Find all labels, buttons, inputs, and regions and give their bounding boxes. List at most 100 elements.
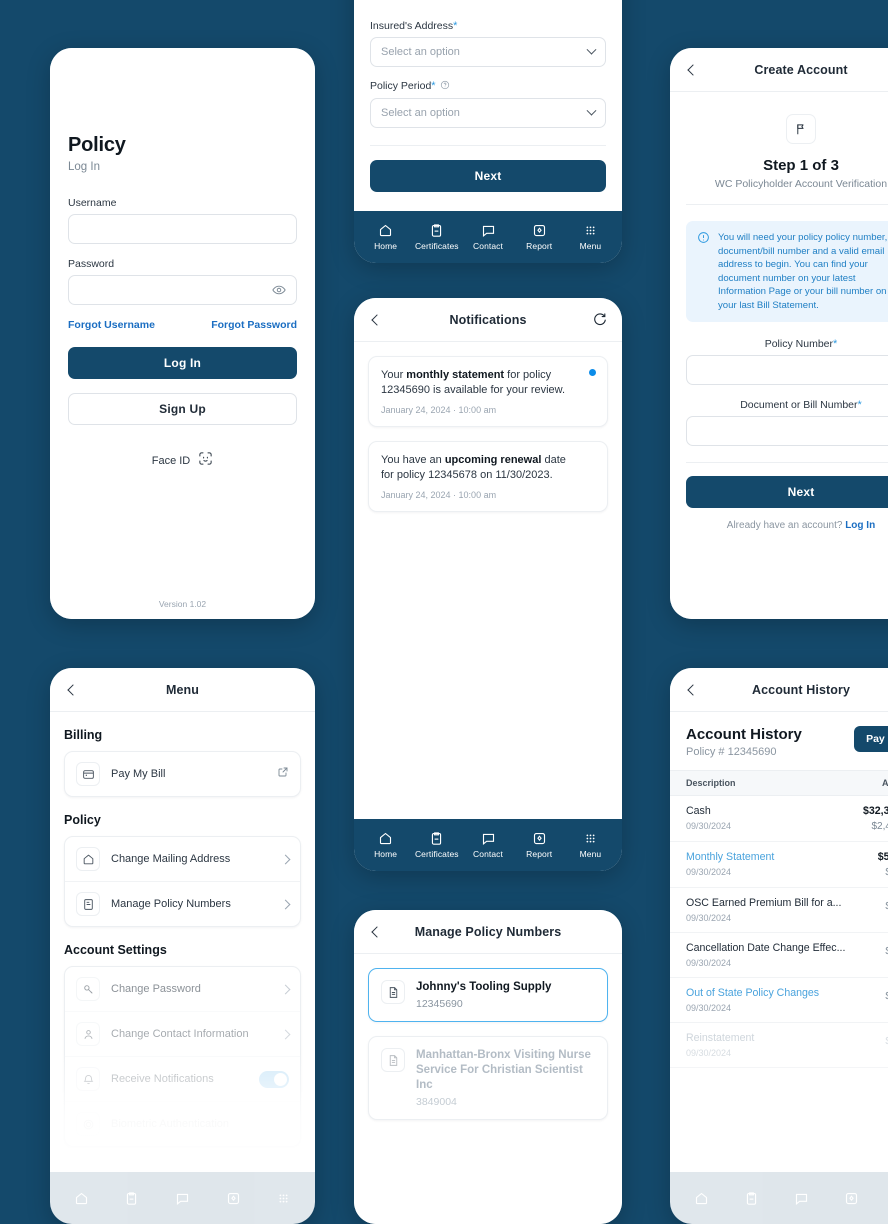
step-indicator: Step 1 of 3 WC Policyholder Account Veri… xyxy=(686,92,888,190)
tab-report[interactable] xyxy=(826,1191,876,1206)
chevron-right-icon xyxy=(280,899,291,909)
bottom-tabbar: Home Certificates Contact Report Menu xyxy=(354,211,622,263)
log-in-link[interactable]: Log In xyxy=(845,520,875,531)
tab-home[interactable] xyxy=(676,1191,726,1206)
help-icon[interactable] xyxy=(440,80,450,93)
tab-report[interactable]: Report xyxy=(514,831,565,859)
back-icon[interactable] xyxy=(368,923,386,941)
notification-item[interactable]: You have an upcoming renewal date for po… xyxy=(368,441,608,512)
next-button[interactable]: Next xyxy=(370,160,606,192)
table-row[interactable]: OSC Earned Premium Bill for a... 09/30/2… xyxy=(670,888,888,933)
notifications-screen: Notifications Your monthly statement for… xyxy=(354,298,622,871)
chevron-right-icon xyxy=(280,984,291,994)
receive-notifications-toggle[interactable] xyxy=(259,1070,289,1088)
username-input[interactable] xyxy=(68,214,297,244)
tab-report[interactable] xyxy=(208,1191,259,1206)
tab-certificates[interactable]: Certificates xyxy=(411,831,462,859)
chevron-down-icon xyxy=(586,44,597,55)
menu-item-change-contact-information[interactable]: Change Contact Information xyxy=(65,1011,300,1056)
menu-item-pay-my-bill[interactable]: Pay My Bill xyxy=(65,752,300,796)
tab-home[interactable]: Home xyxy=(360,223,411,251)
insured-address-label: Insured's Address* xyxy=(370,20,458,32)
pay-bill-button[interactable]: Pay Bill xyxy=(854,726,888,752)
table-row[interactable]: Out of State Policy Changes 09/30/2024 $… xyxy=(670,978,888,1023)
menu-item-label: Manage Policy Numbers xyxy=(111,898,231,910)
document-number-input[interactable] xyxy=(686,416,888,446)
tab-report[interactable]: Report xyxy=(514,223,565,251)
tab-contact[interactable] xyxy=(776,1191,826,1206)
table-row[interactable]: Cancellation Date Change Effec... 09/30/… xyxy=(670,933,888,978)
policy-name: Johnny's Tooling Supply xyxy=(416,981,552,993)
page-title: Account History xyxy=(686,726,802,743)
back-icon[interactable] xyxy=(64,681,82,699)
tab-contact[interactable]: Contact xyxy=(462,223,513,251)
notification-text: You have an upcoming renewal date for po… xyxy=(381,454,566,481)
row-date: 09/30/2024 xyxy=(686,821,732,831)
tab-menu[interactable]: Menu xyxy=(565,831,616,859)
policy-line: Policy # 12345690 xyxy=(686,746,777,758)
show-password-icon[interactable] xyxy=(272,283,286,297)
tab-home[interactable] xyxy=(56,1191,107,1206)
home-icon xyxy=(75,1192,87,1204)
tab-home[interactable]: Home xyxy=(360,831,411,859)
tab-menu[interactable] xyxy=(876,1191,888,1206)
person-icon xyxy=(76,1022,100,1046)
forgot-username-link[interactable]: Forgot Username xyxy=(68,319,155,331)
tab-contact[interactable] xyxy=(157,1191,208,1206)
policy-period-select[interactable]: Select an option xyxy=(370,98,606,128)
log-in-button[interactable]: Log In xyxy=(68,347,297,379)
row-description[interactable]: Out of State Policy Changes xyxy=(686,987,819,999)
table-row[interactable]: Monthly Statement 09/30/2024 $500.00 $55… xyxy=(670,842,888,888)
flag-icon xyxy=(786,114,816,144)
menu-item-label: Change Contact Information xyxy=(111,1028,249,1040)
tab-certificates[interactable]: Certificates xyxy=(411,223,462,251)
back-icon[interactable] xyxy=(684,681,702,699)
create-navbar: Create Account xyxy=(670,48,888,92)
password-input[interactable] xyxy=(68,275,297,305)
tab-certificates[interactable] xyxy=(107,1191,158,1206)
back-icon[interactable] xyxy=(368,311,386,329)
notifications-navbar: Notifications xyxy=(354,298,622,342)
menu-item-change-mailing-address[interactable]: Change Mailing Address xyxy=(65,837,300,881)
menu-item-biometric-authentication[interactable]: Biometric Authentication xyxy=(65,1101,300,1146)
table-row[interactable]: Cash 09/30/2024 $32,300.00 $2,455.00 xyxy=(670,796,888,842)
unread-dot xyxy=(589,369,596,376)
forgot-password-link[interactable]: Forgot Password xyxy=(211,319,297,331)
menu-item-label: Change Mailing Address xyxy=(111,853,231,865)
menu-item-change-password[interactable]: Change Password xyxy=(65,967,300,1011)
report-icon xyxy=(845,1192,857,1204)
history-body: Account History Policy # 12345690 Pay Bi… xyxy=(670,712,888,1172)
chat-icon xyxy=(795,1193,807,1205)
showcase-canvas: Policy Log In Username Password Forgot U… xyxy=(0,0,888,1224)
face-id-icon[interactable] xyxy=(198,451,213,471)
tab-label: Report xyxy=(526,849,553,859)
refresh-icon[interactable] xyxy=(590,311,608,329)
table-row[interactable]: Reinstatement 09/30/2024 $55.00 xyxy=(670,1023,888,1068)
column-amount: Amount xyxy=(882,778,888,788)
policy-number-label: Policy Number* xyxy=(764,338,838,350)
info-text: You will need your policy policy number,… xyxy=(718,232,888,311)
policy-number-input[interactable] xyxy=(686,355,888,385)
tab-menu[interactable]: Menu xyxy=(565,223,616,251)
tab-certificates[interactable] xyxy=(726,1191,776,1206)
menu-item-label: Change Password xyxy=(111,983,201,995)
menu-item-receive-notifications[interactable]: Receive Notifications xyxy=(65,1056,300,1101)
document-icon xyxy=(76,892,100,916)
tab-menu[interactable] xyxy=(258,1191,309,1206)
row-description[interactable]: Monthly Statement xyxy=(686,851,774,863)
menu-item-manage-policy-numbers[interactable]: Manage Policy Numbers xyxy=(65,881,300,926)
external-link-icon[interactable] xyxy=(277,765,289,783)
back-icon[interactable] xyxy=(684,61,702,79)
home-outline-icon xyxy=(76,847,100,871)
next-button[interactable]: Next xyxy=(686,476,888,508)
manage-policy-numbers-screen: Manage Policy Numbers Johnny's Tooling S… xyxy=(354,910,622,1224)
sign-up-button[interactable]: Sign Up xyxy=(68,393,297,425)
policy-card[interactable]: Johnny's Tooling Supply 12345690 xyxy=(368,968,608,1022)
policy-card[interactable]: Manhattan-Bronx Visiting Nurse Service F… xyxy=(368,1036,608,1120)
tab-label: Home xyxy=(374,849,398,859)
notification-item[interactable]: Your monthly statement for policy 123456… xyxy=(368,356,608,427)
tab-contact[interactable]: Contact xyxy=(462,831,513,859)
home-icon xyxy=(695,1192,707,1204)
face-id-control[interactable]: Face ID xyxy=(68,451,297,471)
insured-address-select[interactable]: Select an option xyxy=(370,37,606,67)
